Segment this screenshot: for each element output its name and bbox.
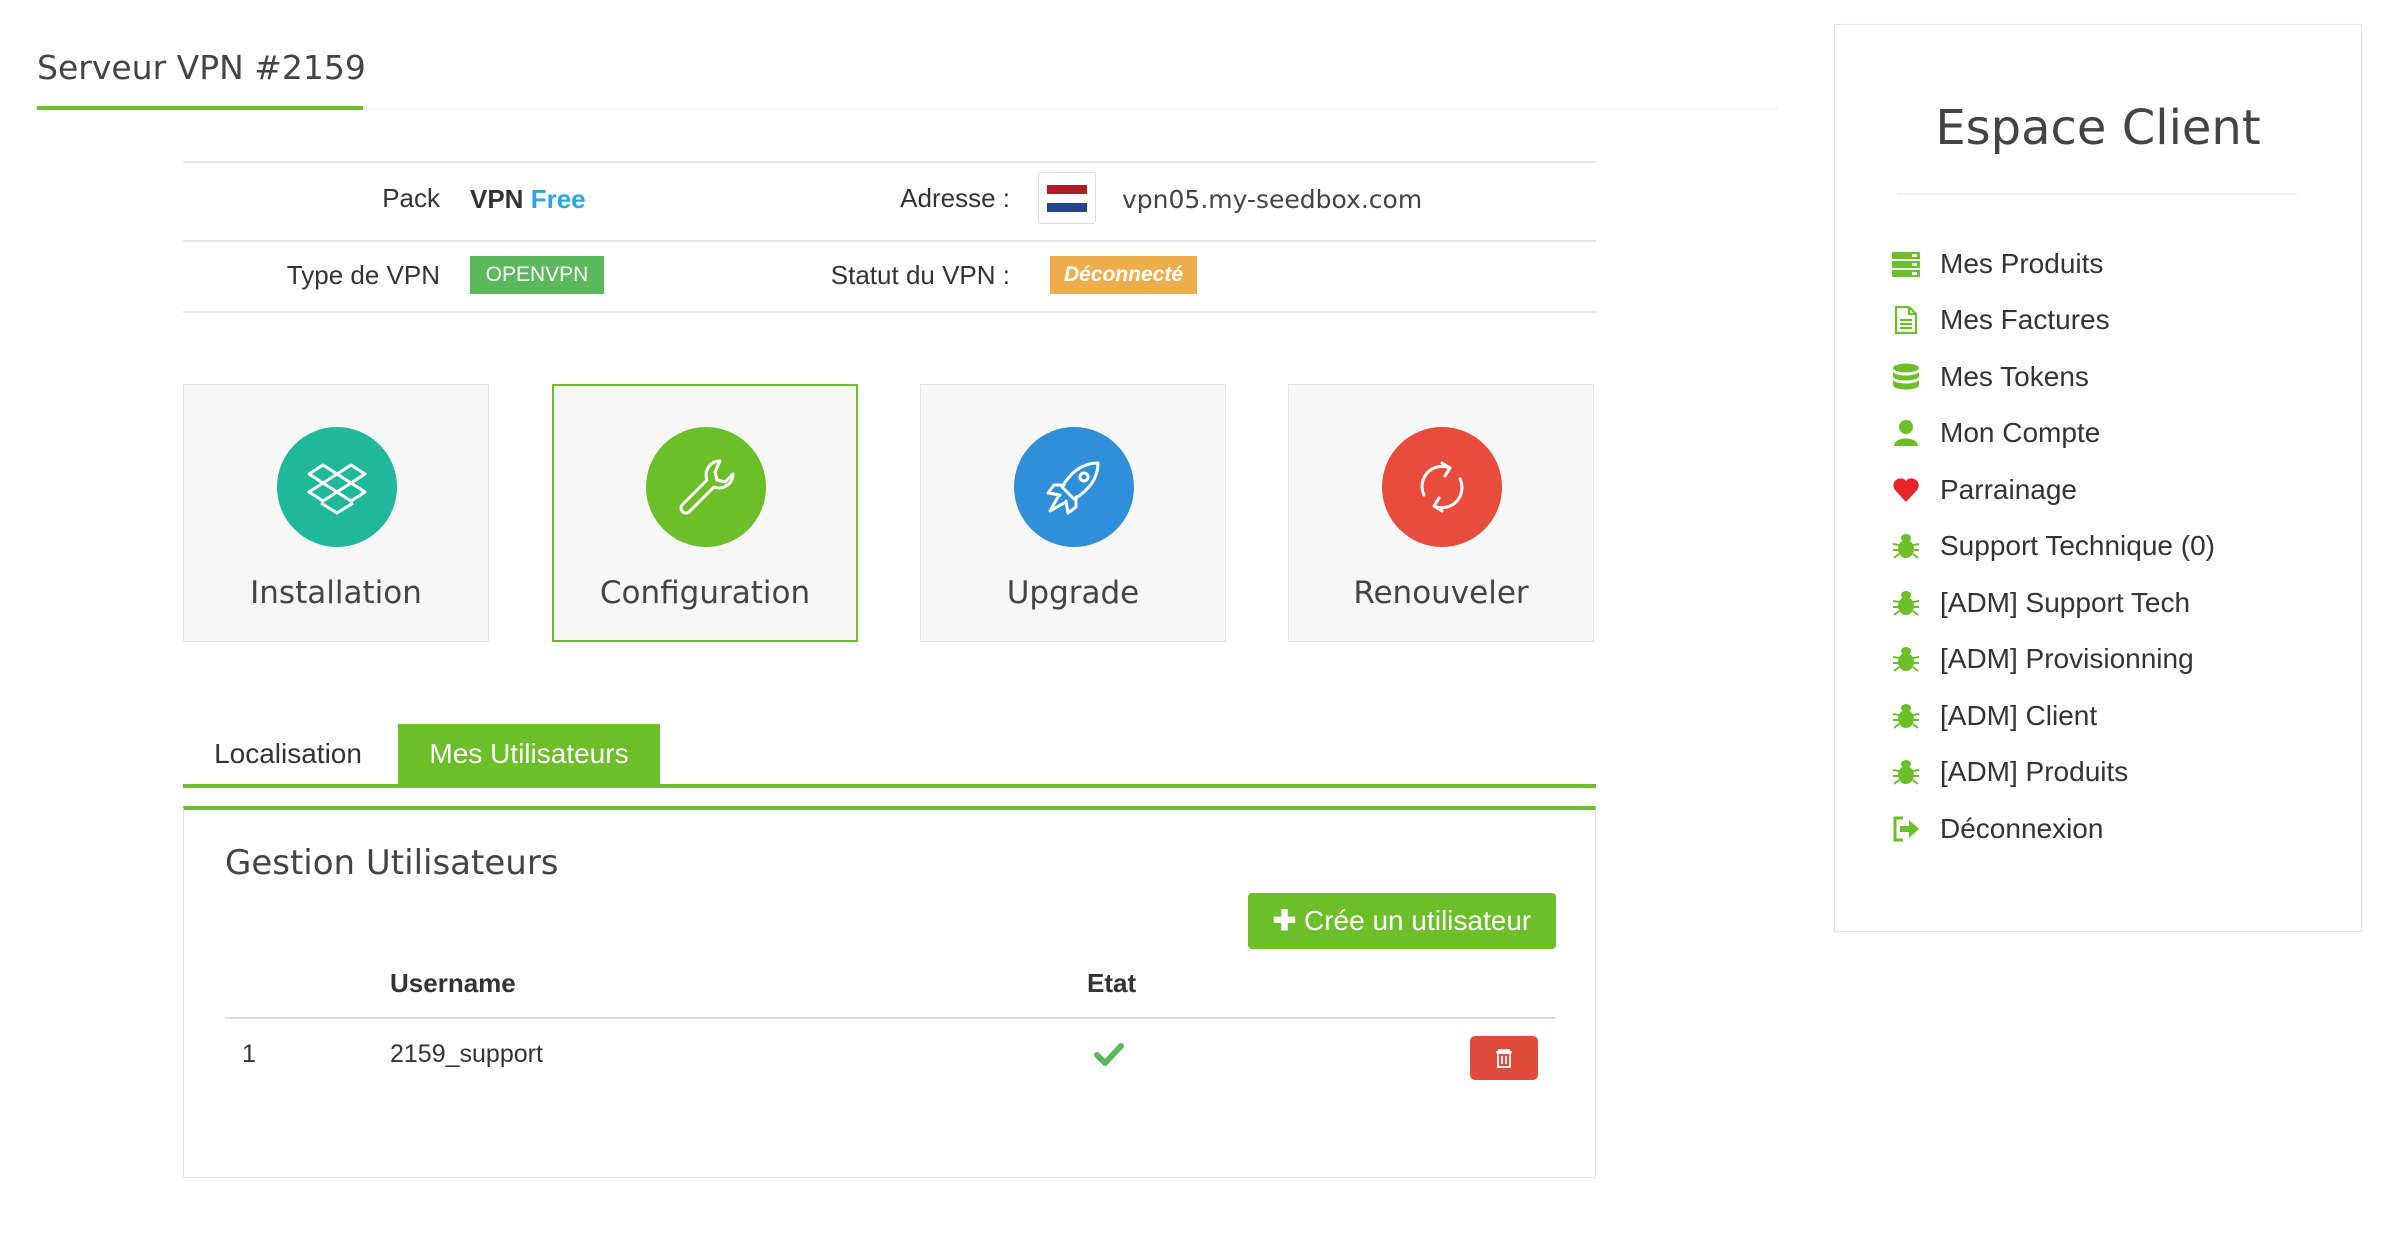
sidebar-item-label: [ADM] Support Tech (1940, 587, 2191, 618)
pack-value: VPN Free (470, 184, 586, 215)
document-icon (1894, 306, 1918, 334)
wrench-icon (646, 427, 766, 547)
sidebar-item-mes-tokens[interactable]: Mes Tokens (1890, 357, 2310, 397)
bug-icon (1892, 647, 1920, 672)
installation-label: Installation (250, 575, 422, 611)
sidebar-item-label: [ADM] Provisionning (1940, 643, 2194, 674)
check-icon (1094, 1043, 1124, 1066)
address-label: Adresse : (900, 183, 1010, 213)
sidebar-title: Espace Client (1935, 100, 2261, 156)
vpn-status-label: Statut du VPN : (830, 260, 1010, 290)
pack-value-name: VPN (470, 184, 524, 214)
plus-icon: ✚ (1272, 905, 1297, 936)
sidebar-item-label: Mes Factures (1940, 304, 2110, 335)
configuration-tile[interactable]: Configuration (552, 384, 858, 642)
pack-value-tier: Free (530, 184, 586, 214)
sidebar-item-support-technique[interactable]: Support Technique (0) (1890, 526, 2310, 566)
configuration-label: Configuration (599, 575, 811, 611)
delete-user-button[interactable] (1470, 1036, 1538, 1080)
heart-icon (1893, 478, 1919, 502)
dropbox-icon (277, 427, 397, 547)
title-underline (37, 106, 363, 110)
bug-icon (1892, 704, 1920, 729)
sidebar-item-adm-support-tech[interactable]: [ADM] Support Tech (1890, 583, 2310, 623)
sidebar-item-label: Déconnexion (1940, 813, 2104, 844)
database-icon (1893, 363, 1919, 390)
sign-out-icon (1893, 816, 1919, 842)
bug-icon (1892, 591, 1920, 616)
sidebar-item-label: Parrainage (1940, 474, 2077, 505)
users-panel-title: Gestion Utilisateurs (225, 843, 559, 883)
table-header-divider (225, 1017, 1555, 1019)
info-divider (183, 311, 1596, 313)
upgrade-label: Upgrade (1006, 575, 1140, 611)
vpn-type-label: Type de VPN (286, 260, 440, 290)
info-divider (183, 240, 1596, 242)
tab-underline (183, 784, 1596, 788)
rocket-icon (1014, 427, 1134, 547)
row-index: 1 (242, 1040, 256, 1068)
installation-tile[interactable]: Installation (183, 384, 489, 642)
sidebar-item-label: Mes Produits (1940, 248, 2104, 279)
sidebar-item-label: Support Technique (0) (1940, 530, 2215, 561)
vpn-type-badge: OPENVPN (470, 256, 604, 294)
sidebar-item-mes-factures[interactable]: Mes Factures (1890, 300, 2310, 340)
row-username: 2159_support (390, 1040, 543, 1068)
refresh-icon (1382, 427, 1502, 547)
page-title: Serveur VPN #2159 (37, 48, 366, 87)
column-header-etat: Etat (1087, 968, 1137, 998)
sidebar-item-label: Mes Tokens (1940, 361, 2089, 392)
sidebar-item-adm-provisionning[interactable]: [ADM] Provisionning (1890, 639, 2310, 679)
sidebar-item-parrainage[interactable]: Parrainage (1890, 470, 2310, 510)
tab-mes-utilisateurs[interactable]: Mes Utilisateurs (398, 724, 660, 784)
sidebar-item-label: [ADM] Client (1940, 700, 2098, 731)
server-icon (1892, 252, 1920, 277)
bug-icon (1892, 760, 1920, 785)
create-user-button[interactable]: ✚ Crée un utilisateur (1248, 893, 1556, 949)
pack-label: Pack (382, 183, 440, 213)
netherlands-flag-icon (1038, 172, 1096, 224)
sidebar-item-deconnexion[interactable]: Déconnexion (1890, 809, 2310, 849)
tab-localisation[interactable]: Localisation (183, 724, 393, 784)
sidebar-divider (1897, 193, 2297, 195)
sidebar-item-label: [ADM] Produits (1940, 756, 2129, 787)
address-value: vpn05.my-seedbox.com (1122, 185, 1423, 214)
renew-tile[interactable]: Renouveler (1288, 384, 1594, 642)
sidebar-item-mes-produits[interactable]: Mes Produits (1890, 244, 2310, 284)
sidebar-item-label: Mon Compte (1940, 417, 2101, 448)
upgrade-tile[interactable]: Upgrade (920, 384, 1226, 642)
sidebar-item-mon-compte[interactable]: Mon Compte (1890, 413, 2310, 453)
sidebar-item-adm-client[interactable]: [ADM] Client (1890, 696, 2310, 736)
renew-label: Renouveler (1353, 575, 1529, 611)
sidebar-item-adm-produits[interactable]: [ADM] Produits (1890, 752, 2310, 792)
user-icon (1894, 420, 1918, 446)
vpn-status-badge: Déconnecté (1050, 256, 1197, 294)
create-user-label: Crée un utilisateur (1304, 905, 1532, 936)
bug-icon (1892, 534, 1920, 559)
info-divider (183, 161, 1596, 163)
trash-icon (1496, 1049, 1512, 1068)
column-header-username: Username (390, 968, 516, 998)
